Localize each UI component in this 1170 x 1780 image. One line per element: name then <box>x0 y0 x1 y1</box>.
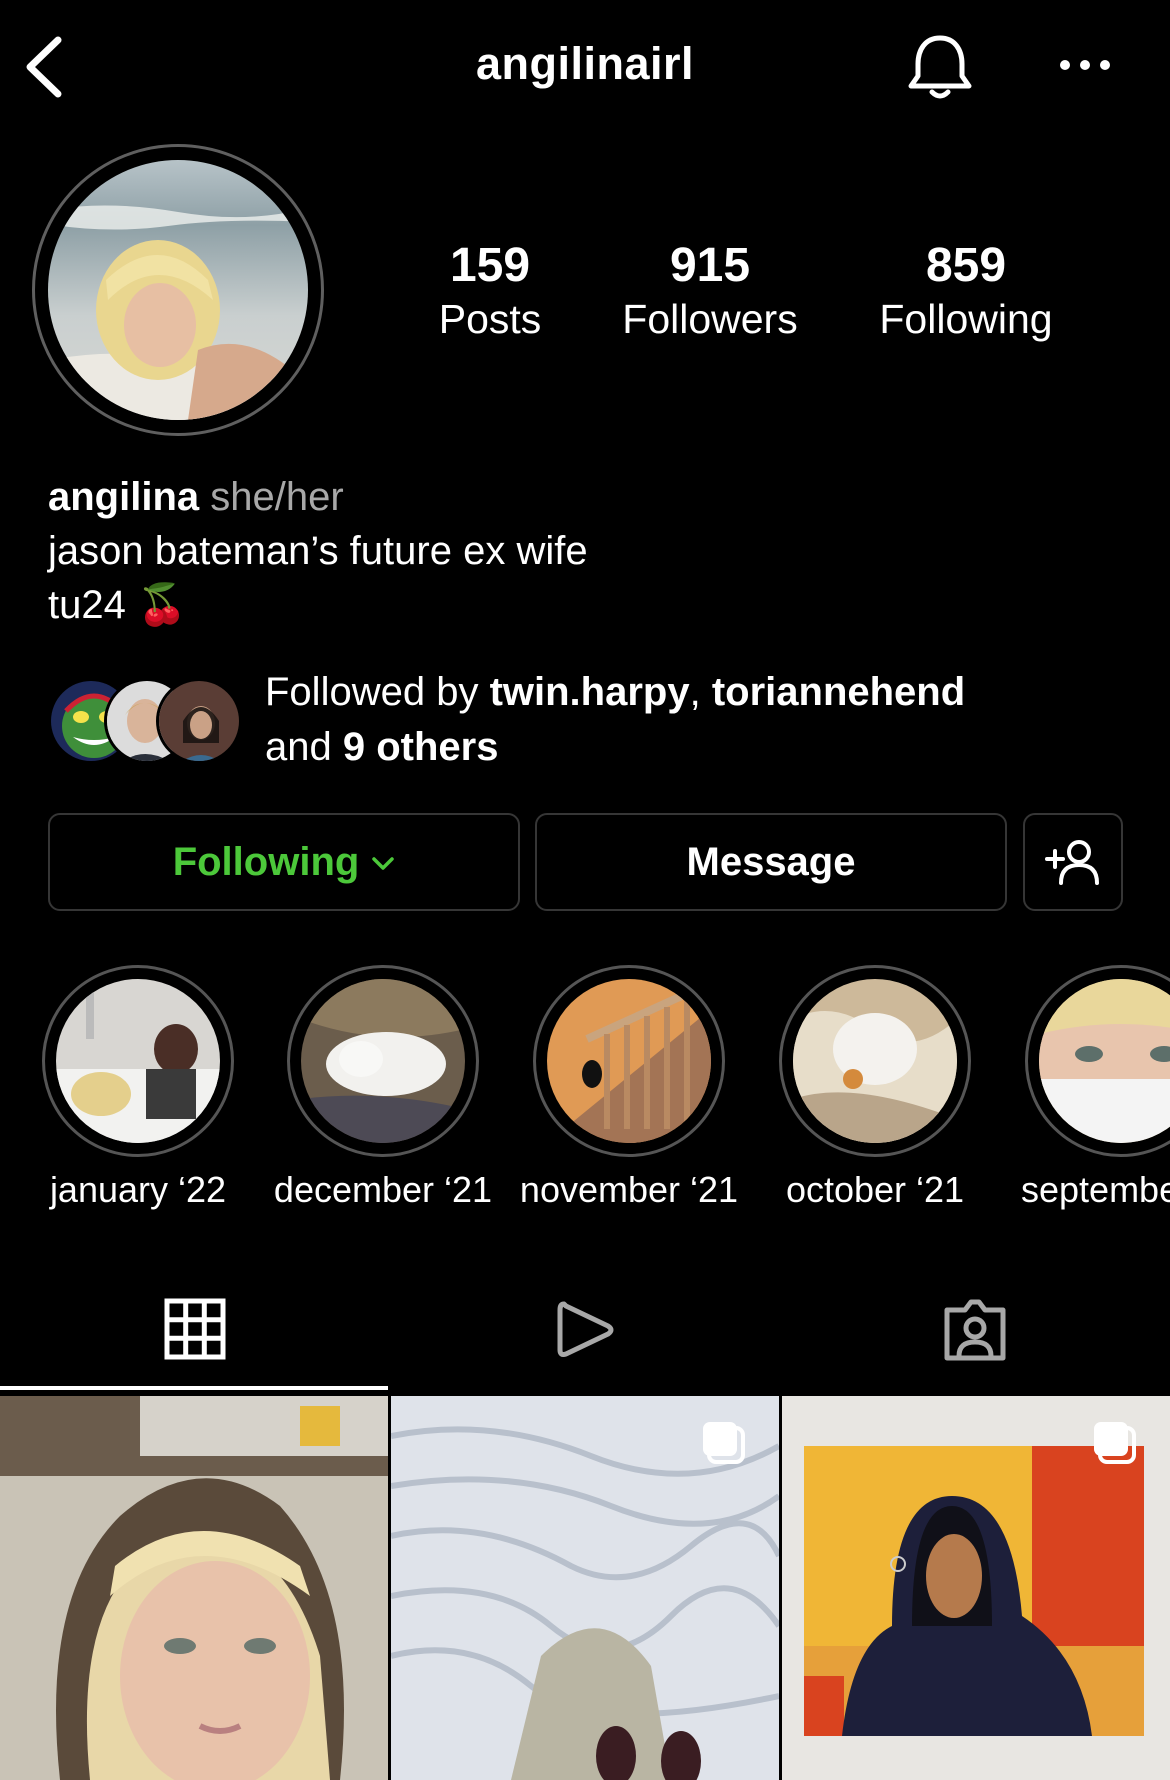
highlight-label: october ‘21 <box>785 1169 965 1210</box>
chevron-down-icon <box>372 857 395 870</box>
followed-by-prefix: Followed by <box>265 670 490 714</box>
highlight-november-21[interactable]: november ‘21 <box>520 965 738 1225</box>
mutual-avatar-3 <box>156 678 242 764</box>
highlight-label: november ‘21 <box>519 1169 739 1210</box>
highlight-october-21[interactable]: october ‘21 <box>775 965 975 1225</box>
message-button[interactable]: Message <box>535 813 1007 911</box>
pronouns: she/her <box>210 475 344 519</box>
following-button[interactable]: Following <box>48 813 520 911</box>
highlight-cover <box>547 979 711 1143</box>
profile-bio: angilina she/her jason bateman’s future … <box>48 470 1128 632</box>
cherry-emoji: 🍒 <box>136 583 187 627</box>
followers-label: Followers <box>622 296 798 342</box>
posts-label: Posts <box>438 296 542 342</box>
profile-avatar[interactable] <box>48 160 308 420</box>
add-person-icon <box>1045 840 1099 885</box>
top-bar: angilinairl <box>0 0 1170 130</box>
followers-count: 915 <box>669 239 751 292</box>
mutual-others[interactable]: 9 others <box>343 725 499 769</box>
following-count: 859 <box>925 239 1007 292</box>
mutual-followers-avatars[interactable] <box>48 678 248 764</box>
highlight-label: january ‘22 <box>49 1169 227 1210</box>
profile-username: angilinairl <box>475 38 695 89</box>
message-button-label: Message <box>686 839 856 884</box>
highlight-label: septembe <box>1021 1169 1170 1210</box>
mutual-user-2[interactable]: toriannehend <box>712 670 965 714</box>
highlight-cover <box>56 979 220 1143</box>
more-horizontal-icon <box>1060 60 1110 70</box>
followed-by-and: and <box>265 725 343 769</box>
bio-line-2: tu24 🍒 <box>48 578 1128 632</box>
followed-by-text[interactable]: Followed by twin.harpy, toriannehend and… <box>265 665 1125 775</box>
posts-count: 159 <box>449 239 531 292</box>
following-label: Following <box>879 296 1053 342</box>
posts-stat[interactable]: 159 Posts <box>420 238 560 344</box>
highlight-december-21[interactable]: december ‘21 <box>274 965 492 1225</box>
notifications-button[interactable] <box>905 30 975 102</box>
active-tab-indicator <box>0 1386 388 1390</box>
play-icon <box>557 1301 614 1357</box>
tab-tagged[interactable] <box>780 1270 1170 1390</box>
post-thumbnail-1[interactable] <box>0 1396 388 1780</box>
suggested-people-button[interactable] <box>1023 813 1123 911</box>
post-thumbnail-3[interactable] <box>782 1396 1170 1780</box>
highlight-september[interactable]: septembe <box>1021 965 1170 1225</box>
bell-icon <box>908 35 972 99</box>
tab-posts-grid[interactable] <box>0 1270 390 1390</box>
following-button-label: Following <box>172 839 360 884</box>
bio-line-1: jason bateman’s future ex wife <box>48 529 588 573</box>
mutual-user-1[interactable]: twin.harpy <box>490 670 690 714</box>
bio-name-line: angilina she/her <box>48 470 1128 524</box>
tagged-person-icon <box>944 1299 1006 1361</box>
followers-stat[interactable]: 915 Followers <box>610 238 810 344</box>
followed-by-separator: , <box>689 670 712 714</box>
highlight-january-22[interactable]: january ‘22 <box>38 965 238 1225</box>
display-name: angilina <box>48 475 200 519</box>
bio-line-2-text: tu24 <box>48 583 126 627</box>
following-stat[interactable]: 859 Following <box>866 238 1066 344</box>
highlight-label: december ‘21 <box>273 1169 493 1210</box>
grid-icon <box>164 1298 226 1360</box>
more-options-button[interactable] <box>1055 40 1115 90</box>
highlight-cover <box>793 979 957 1143</box>
post-thumbnail-2[interactable] <box>391 1396 779 1780</box>
tab-reels[interactable] <box>390 1270 780 1390</box>
highlight-cover <box>301 979 465 1143</box>
